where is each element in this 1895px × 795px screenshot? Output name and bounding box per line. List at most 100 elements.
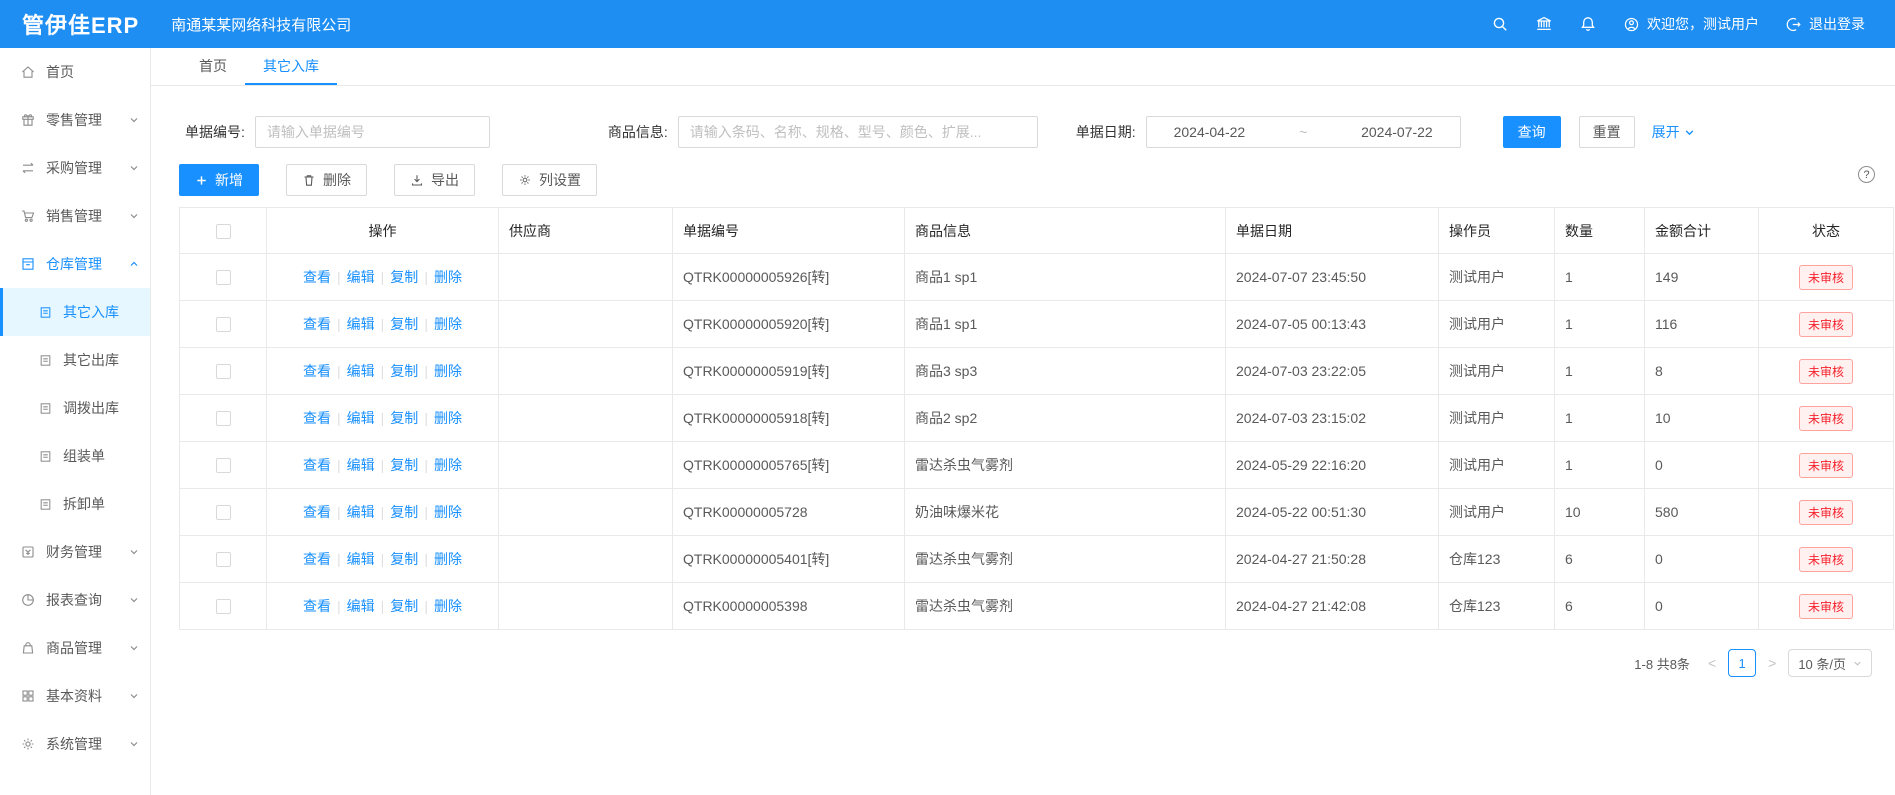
- row-action-delete[interactable]: 删除: [434, 269, 462, 285]
- row-action-delete[interactable]: 删除: [434, 363, 462, 379]
- row-action-delete[interactable]: 删除: [434, 410, 462, 426]
- date-from-value[interactable]: 2024-04-22: [1174, 124, 1246, 140]
- row-action-delete[interactable]: 删除: [434, 551, 462, 567]
- bank-icon[interactable]: [1535, 15, 1553, 33]
- expand-label: 展开: [1652, 122, 1680, 142]
- supplier-cell: [499, 301, 673, 348]
- document-icon: [38, 449, 53, 464]
- row-action-delete[interactable]: 删除: [434, 316, 462, 332]
- order-no-cell: QTRK00000005920[转]: [673, 301, 905, 348]
- table-row: 查看|编辑|复制|删除QTRK00000005918[转]商品2 sp22024…: [180, 395, 1894, 442]
- sidebar-item-finance[interactable]: 财务管理: [0, 528, 150, 576]
- row-action-copy[interactable]: 复制: [390, 598, 418, 614]
- row-action-view[interactable]: 查看: [303, 598, 331, 614]
- action-separator: |: [337, 363, 341, 379]
- row-action-copy[interactable]: 复制: [390, 457, 418, 473]
- row-checkbox[interactable]: [216, 317, 231, 332]
- row-action-copy[interactable]: 复制: [390, 504, 418, 520]
- prev-page-arrow[interactable]: <: [1706, 655, 1718, 671]
- select-all-checkbox[interactable]: [216, 224, 231, 239]
- row-action-view[interactable]: 查看: [303, 457, 331, 473]
- sidebar: 首页 零售管理 采购管理 销售管理 仓库管理 其它入库 其它出库 调拨出库 组装…: [0, 48, 151, 795]
- search-icon[interactable]: [1491, 15, 1509, 33]
- plus-icon: [195, 174, 208, 187]
- sidebar-item-goods[interactable]: 商品管理: [0, 624, 150, 672]
- row-checkbox[interactable]: [216, 411, 231, 426]
- row-action-copy[interactable]: 复制: [390, 410, 418, 426]
- row-action-delete[interactable]: 删除: [434, 504, 462, 520]
- date-range-picker[interactable]: 2024-04-22 ~ 2024-07-22: [1146, 116, 1461, 148]
- row-action-view[interactable]: 查看: [303, 269, 331, 285]
- sidebar-item-reports[interactable]: 报表查询: [0, 576, 150, 624]
- order-no-input[interactable]: [255, 116, 490, 148]
- sidebar-item-disassembly[interactable]: 拆卸单: [0, 480, 150, 528]
- sidebar-item-transfer-outbound[interactable]: 调拨出库: [0, 384, 150, 432]
- sidebar-item-sales[interactable]: 销售管理: [0, 192, 150, 240]
- action-separator: |: [337, 551, 341, 567]
- document-icon: [38, 497, 53, 512]
- row-checkbox[interactable]: [216, 458, 231, 473]
- row-checkbox[interactable]: [216, 505, 231, 520]
- sidebar-item-other-inbound[interactable]: 其它入库: [0, 288, 150, 336]
- logout-button[interactable]: 退出登录: [1785, 14, 1865, 34]
- bell-icon[interactable]: [1579, 15, 1597, 33]
- row-checkbox[interactable]: [216, 599, 231, 614]
- row-action-view[interactable]: 查看: [303, 504, 331, 520]
- product-info-input[interactable]: [678, 116, 1038, 148]
- row-action-delete[interactable]: 删除: [434, 598, 462, 614]
- tab-other-inbound[interactable]: 其它入库: [245, 48, 337, 85]
- sidebar-item-home[interactable]: 首页: [0, 48, 150, 96]
- action-separator: |: [337, 316, 341, 332]
- welcome-user[interactable]: 欢迎您，测试用户: [1623, 14, 1759, 34]
- column-settings-button[interactable]: 列设置: [502, 164, 597, 196]
- add-button[interactable]: 新增: [179, 164, 259, 196]
- supplier-cell: [499, 583, 673, 630]
- sidebar-item-system[interactable]: 系统管理: [0, 720, 150, 768]
- row-checkbox[interactable]: [216, 552, 231, 567]
- sidebar-item-purchase[interactable]: 采购管理: [0, 144, 150, 192]
- page-number-button[interactable]: 1: [1728, 649, 1756, 677]
- reset-button[interactable]: 重置: [1579, 116, 1635, 148]
- qty-cell: 10: [1555, 489, 1645, 536]
- row-actions-cell: 查看|编辑|复制|删除: [267, 301, 499, 348]
- action-separator: |: [381, 269, 385, 285]
- supplier-cell: [499, 489, 673, 536]
- trash-icon: [302, 173, 316, 187]
- row-action-edit[interactable]: 编辑: [347, 598, 375, 614]
- sidebar-item-label: 拆卸单: [63, 494, 105, 514]
- row-action-view[interactable]: 查看: [303, 551, 331, 567]
- row-checkbox[interactable]: [216, 270, 231, 285]
- search-button[interactable]: 查询: [1503, 116, 1561, 148]
- tab-home[interactable]: 首页: [181, 48, 245, 85]
- page-size-select[interactable]: 10 条/页: [1788, 649, 1872, 677]
- row-action-copy[interactable]: 复制: [390, 551, 418, 567]
- row-action-view[interactable]: 查看: [303, 363, 331, 379]
- row-action-edit[interactable]: 编辑: [347, 316, 375, 332]
- help-icon[interactable]: ?: [1858, 166, 1875, 183]
- row-action-edit[interactable]: 编辑: [347, 551, 375, 567]
- export-button[interactable]: 导出: [394, 164, 475, 196]
- expand-link[interactable]: 展开: [1652, 122, 1695, 142]
- sidebar-item-other-outbound[interactable]: 其它出库: [0, 336, 150, 384]
- row-action-edit[interactable]: 编辑: [347, 504, 375, 520]
- row-action-edit[interactable]: 编辑: [347, 457, 375, 473]
- sidebar-item-warehouse[interactable]: 仓库管理: [0, 240, 150, 288]
- next-page-arrow[interactable]: >: [1766, 655, 1778, 671]
- sidebar-item-label: 商品管理: [46, 638, 102, 658]
- row-action-copy[interactable]: 复制: [390, 269, 418, 285]
- row-action-copy[interactable]: 复制: [390, 363, 418, 379]
- row-action-edit[interactable]: 编辑: [347, 410, 375, 426]
- date-to-value[interactable]: 2024-07-22: [1361, 124, 1433, 140]
- row-action-view[interactable]: 查看: [303, 410, 331, 426]
- row-action-delete[interactable]: 删除: [434, 457, 462, 473]
- row-action-edit[interactable]: 编辑: [347, 363, 375, 379]
- action-separator: |: [337, 504, 341, 520]
- row-action-view[interactable]: 查看: [303, 316, 331, 332]
- delete-button[interactable]: 删除: [286, 164, 367, 196]
- sidebar-item-basic-data[interactable]: 基本资料: [0, 672, 150, 720]
- row-action-edit[interactable]: 编辑: [347, 269, 375, 285]
- sidebar-item-assembly[interactable]: 组装单: [0, 432, 150, 480]
- row-action-copy[interactable]: 复制: [390, 316, 418, 332]
- row-checkbox[interactable]: [216, 364, 231, 379]
- sidebar-item-retail[interactable]: 零售管理: [0, 96, 150, 144]
